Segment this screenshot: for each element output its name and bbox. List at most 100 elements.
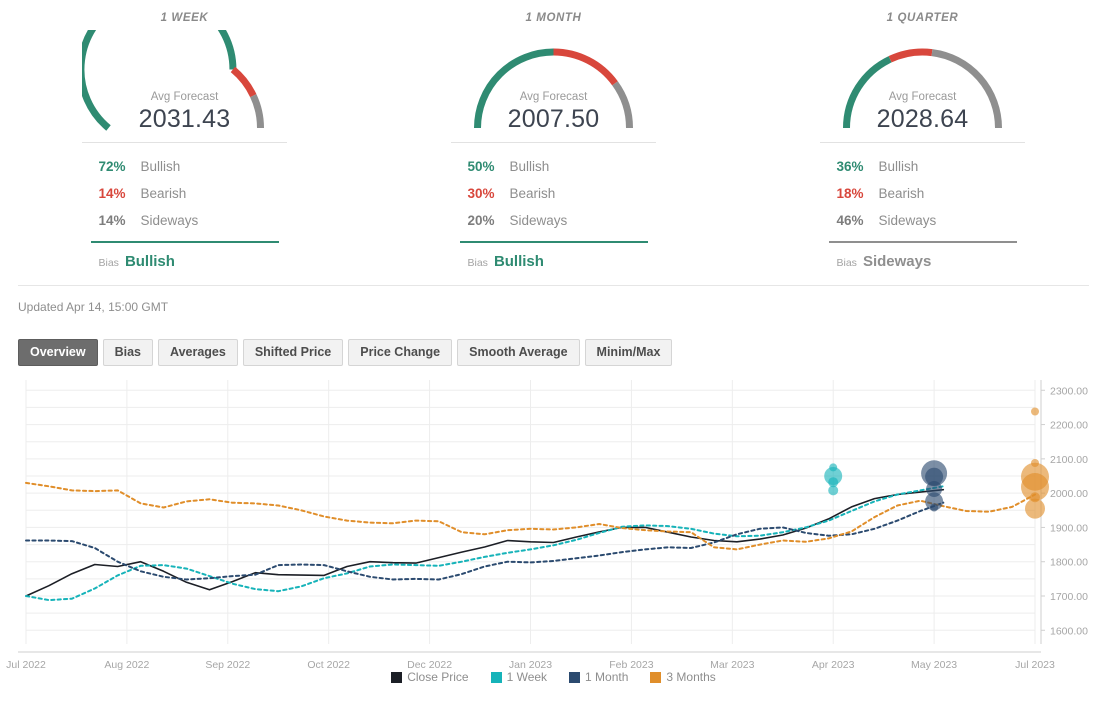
stat-row: 18% Bearish — [829, 180, 1017, 207]
sentiment-stats: 72% Bullish 14% Bearish 14% Sideways Bias Bulli… — [90, 153, 279, 270]
stat-percent: 30% — [467, 186, 495, 201]
stat-percent: 72% — [98, 159, 126, 174]
section-divider — [18, 285, 1089, 286]
stat-label: Bearish — [878, 186, 925, 201]
gauge-segment-sideways — [612, 81, 633, 129]
stat-percent: 14% — [98, 186, 126, 201]
y-axis-tick-label: 1800.00 — [1050, 557, 1088, 569]
panel-divider — [82, 142, 287, 143]
panel-divider — [451, 142, 656, 143]
gauge-segment-sideways — [250, 94, 264, 129]
gauge: Avg Forecast 2031.43 — [82, 30, 287, 134]
series-line-1-week — [25, 485, 945, 602]
bias-row: Bias Sideways — [829, 243, 1017, 270]
sentiment-stats: 36% Bullish 18% Bearish 46% Sideways Bias Sidew… — [828, 153, 1017, 270]
forecast-panel: 1 MONTH Avg Forecast 2007.50 50% Bullish 30% B… — [369, 0, 738, 270]
forecast-panels: 1 WEEK Avg Forecast 2031.43 72% Bullish 14% Be… — [0, 0, 1107, 270]
panel-divider — [820, 142, 1025, 143]
stat-row: 14% Sideways — [91, 207, 279, 234]
forecast-panel: 1 WEEK Avg Forecast 2031.43 72% Bullish 14% Be… — [0, 0, 369, 270]
y-axis-tick-label: 2200.00 — [1050, 420, 1088, 432]
stat-row: 30% Bearish — [460, 180, 648, 207]
legend-item[interactable]: 3 Months — [650, 670, 716, 684]
stat-row: 36% Bullish — [829, 153, 1017, 180]
panel-title: 1 MONTH — [525, 12, 582, 24]
stat-percent: 50% — [467, 159, 495, 174]
legend-label: 1 Month — [585, 670, 629, 684]
legend-item[interactable]: 1 Week — [490, 670, 548, 684]
legend-swatch — [569, 671, 581, 683]
forecast-panel: 1 QUARTER Avg Forecast 2028.64 36% Bullish 18… — [738, 0, 1107, 270]
y-axis-tick-label: 1700.00 — [1050, 591, 1088, 603]
y-axis-tick-label: 2300.00 — [1050, 385, 1088, 397]
gauge-segment-bearish — [888, 48, 933, 63]
tab-bias[interactable]: Bias — [102, 339, 153, 366]
legend-swatch — [490, 671, 502, 683]
stat-row: 72% Bullish — [91, 153, 279, 180]
tab-price-change[interactable]: Price Change — [348, 339, 453, 366]
legend-label: 1 Week — [506, 670, 548, 684]
legend-swatch — [391, 671, 403, 683]
chart-svg: 1600.00 1700.00 1800.00 1900.00 2000.00 2100.… — [6, 380, 1088, 671]
tab-overview[interactable]: Overview — [18, 339, 98, 366]
legend-swatch — [650, 671, 662, 683]
stat-label: Sideways — [140, 213, 199, 228]
bias-row: Bias Bullish — [460, 243, 648, 270]
stat-label: Bearish — [140, 186, 187, 201]
stat-label: Bullish — [878, 159, 919, 174]
gauge-segment-bullish — [474, 48, 554, 129]
bias-key-label: Bias — [467, 257, 488, 269]
gauge-segment-sideways — [931, 49, 1002, 129]
tab-minim-max[interactable]: Minim/Max — [584, 339, 673, 366]
bias-key-label: Bias — [98, 257, 119, 269]
gauge-arc — [82, 30, 264, 131]
y-axis-tick-label: 1600.00 — [1050, 625, 1088, 637]
tab-smooth-average[interactable]: Smooth Average — [457, 339, 580, 366]
chart-legend: Close Price 1 Week 1 Month 3 Months — [0, 670, 1107, 684]
gauge-segment-bearish — [230, 66, 257, 98]
forecast-bubble — [1031, 407, 1039, 416]
y-axis-tick-label: 2100.00 — [1050, 454, 1088, 466]
stat-percent: 36% — [836, 159, 864, 174]
gauge-segment-bullish — [82, 30, 237, 131]
forecast-bubble — [930, 503, 939, 512]
forecast-bubble — [1025, 498, 1045, 519]
gauge-arc — [843, 48, 1002, 129]
panel-title: 1 WEEK — [160, 12, 209, 24]
gauge-segment-bearish — [553, 48, 618, 86]
bias-row: Bias Bullish — [91, 243, 279, 270]
series-line-close-price — [25, 488, 945, 597]
gauge: Avg Forecast 2007.50 — [451, 30, 656, 134]
stat-percent: 20% — [467, 213, 495, 228]
tab-shifted-price[interactable]: Shifted Price — [242, 339, 344, 366]
gauge: Avg Forecast 2028.64 — [820, 30, 1025, 134]
legend-label: 3 Months — [666, 670, 716, 684]
legend-label: Close Price — [407, 670, 469, 684]
stat-row: 20% Sideways — [460, 207, 648, 234]
stat-percent: 46% — [836, 213, 864, 228]
stat-label: Sideways — [878, 213, 937, 228]
stat-row: 50% Bullish — [460, 153, 648, 180]
stat-label: Sideways — [509, 213, 568, 228]
gauge-arc — [474, 48, 633, 129]
stat-label: Bearish — [509, 186, 556, 201]
stat-label: Bullish — [140, 159, 181, 174]
stat-row: 46% Sideways — [829, 207, 1017, 234]
chart-tabs: Overview Bias Averages Shifted Price Price C… — [18, 339, 677, 366]
sentiment-stats: 50% Bullish 30% Bearish 20% Sideways Bias Bulli… — [459, 153, 648, 270]
y-axis-tick-label: 2000.00 — [1050, 488, 1088, 500]
stat-percent: 14% — [98, 213, 126, 228]
bias-value: Bullish — [124, 253, 175, 270]
stat-row: 14% Bearish — [91, 180, 279, 207]
y-axis-tick-label: 1900.00 — [1050, 522, 1088, 534]
legend-item[interactable]: Close Price — [391, 670, 469, 684]
forecast-chart: 1600.00 1700.00 1800.00 1900.00 2000.00 2100.… — [0, 372, 1107, 672]
forecast-bubble — [828, 485, 839, 496]
bias-key-label: Bias — [836, 257, 857, 269]
tab-averages[interactable]: Averages — [158, 339, 238, 366]
stat-label: Bullish — [509, 159, 550, 174]
bias-value: Bullish — [493, 253, 544, 270]
legend-item[interactable]: 1 Month — [569, 670, 628, 684]
updated-timestamp: Updated Apr 14, 15:00 GMT — [18, 300, 169, 314]
bias-value: Sideways — [862, 253, 932, 270]
